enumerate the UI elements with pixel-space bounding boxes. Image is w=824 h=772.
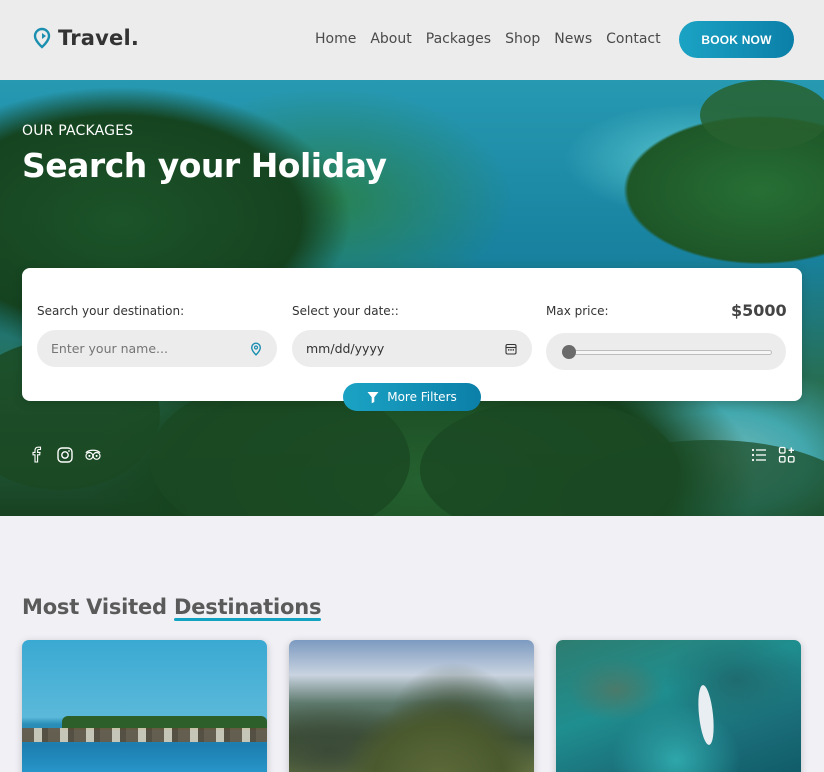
logo[interactable]: Travel. <box>32 26 139 50</box>
destination-input[interactable] <box>51 341 249 356</box>
logo-text: Travel. <box>58 26 140 50</box>
instagram-icon[interactable] <box>56 446 74 464</box>
nav-about[interactable]: About <box>370 31 411 47</box>
price-slider-track <box>562 350 772 355</box>
hero-section: OUR PACKAGES Search your Holiday Search … <box>0 80 824 516</box>
calendar-icon[interactable] <box>504 342 518 356</box>
list-view-icon[interactable] <box>750 446 768 464</box>
hero-title-highlight: Holiday <box>250 146 387 185</box>
search-card: Search your destination: Select your dat… <box>22 268 802 401</box>
destination-label: Search your destination: <box>37 304 185 318</box>
nav-contact[interactable]: Contact <box>606 31 660 47</box>
date-field[interactable]: mm/dd/yyyy <box>292 330 532 367</box>
destination-field[interactable] <box>37 330 277 367</box>
date-label: Select your date:: <box>292 304 399 318</box>
destinations-title-prefix: Most Visited <box>22 595 167 619</box>
nav-home[interactable]: Home <box>315 31 356 47</box>
price-slider[interactable] <box>546 333 786 370</box>
location-pin-icon <box>250 341 262 356</box>
view-toggle <box>750 446 796 464</box>
site-header: Travel. Home About Packages Shop News Co… <box>0 0 824 80</box>
grid-view-icon[interactable] <box>778 446 796 464</box>
hero-eyebrow: OUR PACKAGES <box>22 123 134 139</box>
book-now-button[interactable]: BOOK NOW <box>679 21 794 58</box>
more-filters-button[interactable]: More Filters <box>343 383 481 411</box>
price-slider-thumb[interactable] <box>562 345 576 359</box>
date-input[interactable]: mm/dd/yyyy <box>306 341 384 356</box>
location-pin-logo-icon <box>33 27 51 49</box>
nav-news[interactable]: News <box>554 31 592 47</box>
nav-shop[interactable]: Shop <box>505 31 540 47</box>
facebook-icon[interactable] <box>28 446 46 464</box>
destinations-title-highlight: Destinations <box>174 595 322 621</box>
main-nav: Home About Packages Shop News Contact <box>315 31 661 47</box>
nav-packages[interactable]: Packages <box>426 31 491 47</box>
kayak-figure <box>695 684 717 746</box>
price-value: $5000 <box>731 301 787 320</box>
price-label: Max price: <box>546 304 609 318</box>
tripadvisor-icon[interactable] <box>84 446 102 464</box>
filter-icon <box>367 391 379 403</box>
more-filters-label: More Filters <box>387 390 457 404</box>
hero-title-prefix: Search your <box>22 146 240 185</box>
hero-title: Search your Holiday <box>22 146 387 185</box>
destinations-title: Most Visited Destinations <box>22 595 322 621</box>
destination-card-bungalows[interactable] <box>22 640 267 772</box>
destination-card-machu-picchu[interactable] <box>289 640 534 772</box>
social-links <box>28 446 102 464</box>
destination-card-kayak-reef[interactable] <box>556 640 801 772</box>
